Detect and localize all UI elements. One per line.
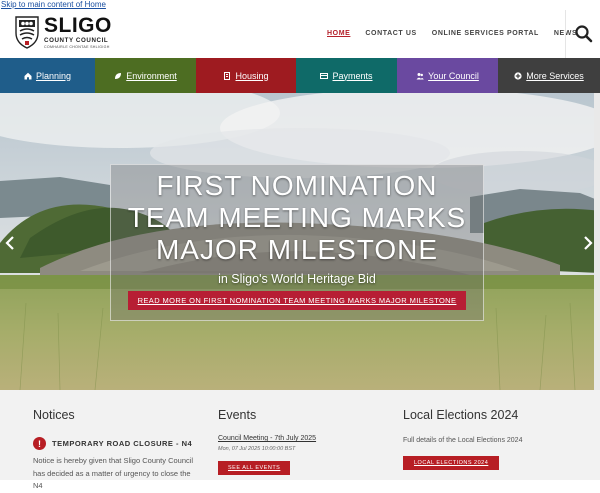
event-link[interactable]: Council Meeting - 7th July 2025 [218, 435, 388, 442]
notice-title[interactable]: TEMPORARY ROAD CLOSURE - N4 [52, 439, 192, 448]
info-section: Notices ! TEMPORARY ROAD CLOSURE - N4 No… [0, 390, 600, 490]
plus-circle-icon [514, 71, 522, 80]
nav-planning-label: Planning [35, 70, 72, 81]
home-icon [24, 72, 32, 79]
header-divider [565, 10, 566, 58]
people-icon [416, 72, 424, 79]
search-icon[interactable] [573, 23, 595, 45]
leaf-icon [115, 72, 122, 79]
topnav-home-link[interactable]: HOME [327, 30, 350, 37]
hero-read-more-button[interactable]: READ MORE ON FIRST NOMINATION TEAM MEETI… [127, 291, 467, 310]
top-navigation: HOME CONTACT US ONLINE SERVICES PORTAL N… [327, 30, 577, 37]
hero-next-slide-edge [594, 93, 600, 390]
nav-your-council-label: Your Council [428, 70, 479, 81]
nav-more-services-label: More Services [526, 70, 584, 81]
topnav-online-services-link[interactable]: ONLINE SERVICES PORTAL [432, 30, 539, 37]
nav-your-council[interactable]: Your Council [397, 58, 498, 93]
nav-environment[interactable]: Environment [95, 58, 196, 93]
events-column: Events Council Meeting - 7th July 2025 M… [218, 408, 388, 475]
events-heading: Events [218, 408, 257, 422]
topnav-contact-link[interactable]: CONTACT US [365, 30, 416, 37]
hero-title-line-2: TEAM MEETING MARKS [127, 202, 467, 233]
nav-payments[interactable]: Payments [296, 58, 397, 93]
logo-subtitle: COUNTY COUNCIL [44, 37, 109, 44]
carousel-next-icon[interactable] [582, 236, 594, 250]
elections-column: Local Elections 2024 Full details of the… [403, 408, 583, 470]
hero-caption: FIRST NOMINATION TEAM MEETING MARKS MAJO… [110, 164, 484, 321]
event-date: Mon, 07 Jul 2025 10:00:00 BST [218, 446, 296, 452]
hero-carousel: FIRST NOMINATION TEAM MEETING MARKS MAJO… [0, 93, 600, 390]
local-elections-button[interactable]: LOCAL ELECTIONS 2024 [403, 456, 500, 470]
hero-title: FIRST NOMINATION TEAM MEETING MARKS MAJO… [111, 170, 483, 266]
nav-payments-label: Payments [332, 70, 373, 81]
nav-housing[interactable]: Housing [196, 58, 296, 93]
hero-title-line-3: MAJOR MILESTONE [155, 234, 439, 265]
credit-card-icon [320, 72, 329, 79]
nav-housing-label: Housing [235, 70, 269, 81]
main-navigation: Planning Environment Housing Payments Yo… [0, 58, 600, 93]
nav-environment-label: Environment [126, 70, 177, 81]
notice-item[interactable]: ! TEMPORARY ROAD CLOSURE - N4 [33, 437, 203, 450]
skip-to-content-link[interactable]: Skip to main content of Home [0, 0, 107, 9]
crest-icon [15, 16, 39, 50]
hero-title-line-1: FIRST NOMINATION [156, 170, 438, 201]
nav-more-services[interactable]: More Services [498, 58, 600, 93]
notice-text: Notice is hereby given that Sligo County… [33, 456, 194, 490]
alert-icon: ! [33, 437, 46, 450]
carousel-prev-icon[interactable] [4, 236, 16, 250]
hero-subtitle: in Sligo's World Heritage Bid [218, 272, 376, 286]
site-logo[interactable]: SLIGO COUNTY COUNCIL COMHAIRLE CHONTAE S… [14, 15, 112, 50]
see-all-events-button[interactable]: SEE ALL EVENTS [218, 461, 291, 475]
logo-title: SLIGO [44, 14, 112, 37]
logo-irish-text: COMHAIRLE CHONTAE SHLIGIGH [44, 45, 110, 50]
building-icon [224, 71, 231, 80]
elections-heading: Local Elections 2024 [403, 408, 519, 422]
elections-text: Full details of the Local Elections 2024 [403, 437, 523, 444]
nav-planning[interactable]: Planning [0, 58, 95, 93]
notices-heading: Notices [33, 408, 75, 422]
